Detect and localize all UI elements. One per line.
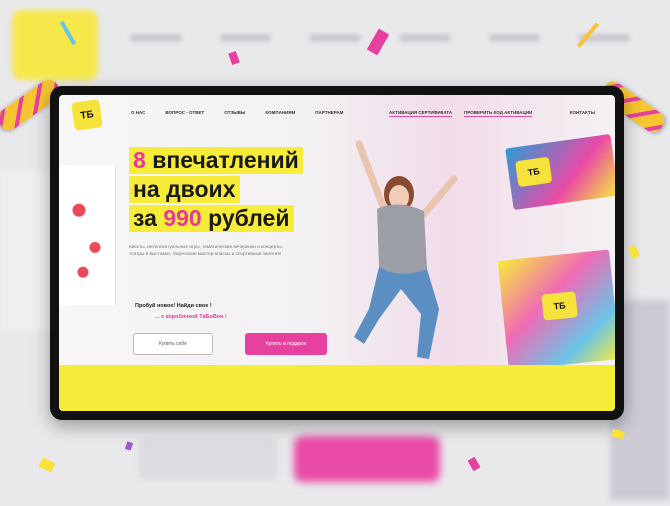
gift-box-logo: ТБ [541, 291, 578, 321]
main-nav: О нас Вопрос - ответ Отзывы Компаниям Па… [131, 110, 343, 115]
gift-box-logo: ТБ [515, 156, 553, 188]
gift-box-bottom-right: ТБ [497, 249, 615, 371]
hero-description: Квесты, интеллектуальные игры, тематичес… [129, 244, 283, 256]
site-logo[interactable]: ТБ [71, 99, 103, 131]
nav-item-about[interactable]: О нас [131, 110, 145, 115]
buy-as-gift-button[interactable]: Купить в подарок [245, 333, 327, 355]
background-logo [12, 10, 98, 80]
nav-item-check-code[interactable]: Проверить код активации [464, 110, 533, 117]
hero-tagline-secondary: ... с коробочкой ТаБоВон ! [155, 314, 227, 320]
hero-line-1: 8 впечатлений [129, 147, 303, 174]
background-gift-button [294, 436, 440, 482]
hero-line-2: на двоих [129, 176, 240, 203]
gift-box-top-right: ТБ [505, 133, 615, 211]
secondary-nav: Активация сертификата Проверить код акти… [389, 110, 533, 117]
nav-item-reviews[interactable]: Отзывы [224, 110, 245, 115]
hero-photo-jumping-woman [354, 140, 458, 359]
nav-item-contacts[interactable]: Контакты [570, 110, 595, 115]
hero-bottom-band [59, 365, 615, 411]
gift-box-left [59, 165, 116, 305]
nav-item-companies[interactable]: Компаниям [265, 110, 295, 115]
nav-item-partners[interactable]: Партнерам [315, 110, 343, 115]
background-buy-button [138, 438, 278, 480]
buy-for-self-button[interactable]: Купить себе [133, 333, 213, 355]
hero-line-3: за 990 рублей [129, 205, 294, 232]
site-header: ТБ О нас Вопрос - ответ Отзывы Компаниям… [59, 95, 615, 135]
nav-item-faq[interactable]: Вопрос - ответ [165, 110, 204, 115]
hero-tagline: Пробуй новое! Найди свое ! [135, 303, 212, 309]
hero-title: 8 впечатлений на двоих за 990 рублей [129, 147, 303, 234]
monitor-frame: ТБ О нас Вопрос - ответ Отзывы Компаниям… [50, 86, 624, 420]
website-screen: ТБ О нас Вопрос - ответ Отзывы Компаниям… [59, 95, 615, 411]
nav-item-activate-certificate[interactable]: Активация сертификата [389, 110, 453, 117]
